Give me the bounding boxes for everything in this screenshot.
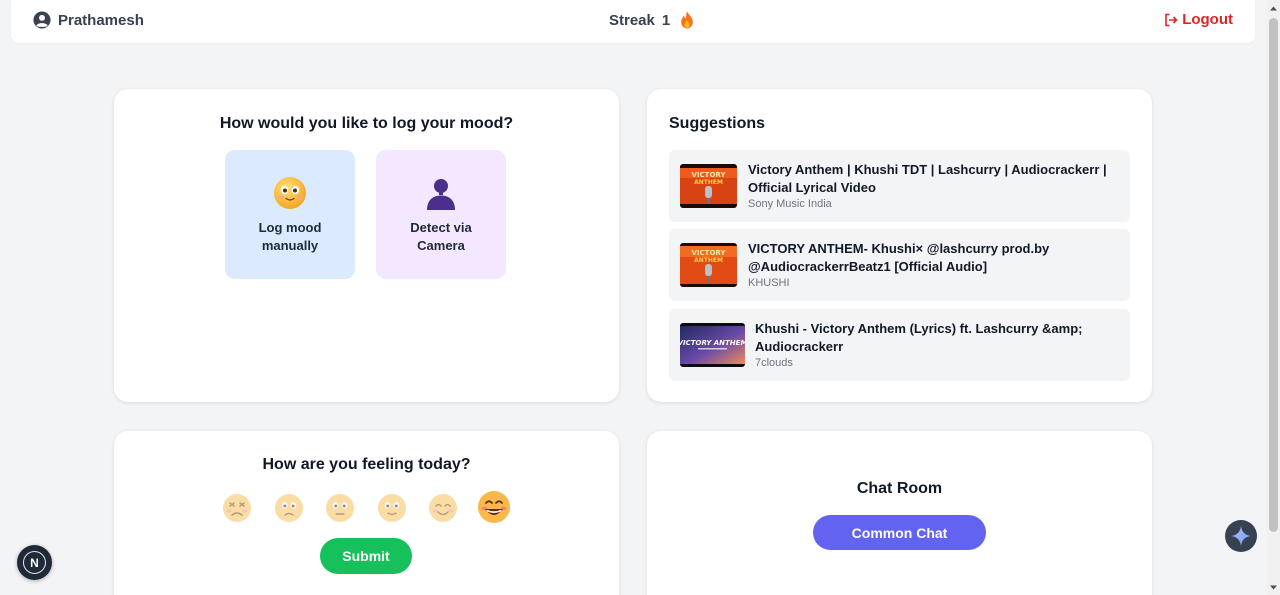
suggestion-item[interactable]: VICTORY ANTHEM VICTORY ANTHEM- Khushi× @… (669, 229, 1130, 301)
sad-face-icon[interactable] (274, 493, 304, 523)
user-profile[interactable]: Prathamesh (33, 11, 144, 29)
chat-room-title: Chat Room (856, 480, 943, 497)
flame-icon (681, 11, 694, 29)
smiling-face-icon (274, 177, 306, 209)
person-silhouette-icon (427, 179, 455, 210)
log-mood-manually-label: Log mood manually (258, 220, 322, 253)
svg-text:ANTHEM: ANTHEM (694, 179, 723, 186)
streak-count: 1 (661, 11, 671, 29)
happy-face-icon[interactable] (428, 493, 458, 523)
username-label: Prathamesh (58, 11, 144, 29)
dev-tools-badge[interactable]: N (17, 545, 52, 580)
suggestion-channel: Sony Music India (748, 198, 832, 210)
suggestion-title: Victory Anthem | Khushi TDT | Lashcurry … (748, 162, 1107, 195)
suggestions-title: Suggestions (669, 115, 766, 132)
suggestions-card: Suggestions VICTORY ANTHEM Victory Anthe… (647, 89, 1152, 402)
suggestion-item[interactable]: VICTORY ANTHEM Khushi - Victory Anthem (… (669, 309, 1130, 381)
page-scrollbar[interactable] (1267, 0, 1280, 595)
streak-counter: Streak 1 (609, 11, 694, 29)
svg-text:VICTORY: VICTORY (692, 249, 727, 257)
suggestion-channel: 7clouds (755, 357, 793, 369)
detect-via-camera-option[interactable]: Detect via Camera (376, 150, 506, 279)
scroll-down-arrow-icon[interactable] (1269, 583, 1278, 592)
next-logo-icon: N (23, 551, 46, 574)
sparkle-icon (1231, 526, 1251, 546)
chat-room-card: Chat Room Common Chat (647, 431, 1152, 595)
suggestion-title: VICTORY ANTHEM- Khushi× @lashcurry prod.… (748, 241, 1050, 274)
suggestion-title: Khushi - Victory Anthem (Lyrics) ft. Las… (755, 321, 1083, 354)
log-mood-manually-option[interactable]: Log mood manually (225, 150, 355, 279)
slightly-happy-face-icon[interactable] (377, 493, 407, 523)
common-chat-button[interactable]: Common Chat (813, 515, 986, 550)
neutral-face-icon[interactable] (325, 493, 355, 523)
assistant-button[interactable] (1225, 520, 1257, 552)
logout-label: Logout (1182, 11, 1233, 28)
video-thumbnail: VICTORY ANTHEM (680, 243, 737, 287)
streak-label: Streak (609, 11, 655, 29)
suggestion-item[interactable]: VICTORY ANTHEM Victory Anthem | Khushi T… (669, 150, 1130, 222)
mood-log-title: How would you like to log your mood? (219, 115, 514, 132)
user-circle-icon (33, 11, 51, 29)
very-sad-face-icon[interactable] (222, 493, 252, 523)
svg-text:VICTORY ANTHEM: VICTORY ANTHEM (680, 339, 745, 347)
mood-log-card: How would you like to log your mood? Log… (114, 89, 619, 402)
feeling-card: How are you feeling today? Submit (114, 431, 619, 595)
submit-button[interactable]: Submit (320, 538, 412, 574)
logout-button[interactable]: Logout (1164, 11, 1233, 28)
feeling-title: How are you feeling today? (262, 456, 471, 473)
logout-icon (1165, 13, 1178, 26)
video-thumbnail: VICTORY ANTHEM (680, 323, 745, 367)
svg-text:VICTORY: VICTORY (692, 171, 727, 179)
scrollbar-thumb[interactable] (1269, 18, 1278, 532)
svg-text:ANTHEM: ANTHEM (694, 257, 723, 264)
top-navbar: Prathamesh Streak 1 Logout (11, 0, 1255, 43)
detect-via-camera-label: Detect via Camera (410, 220, 472, 253)
video-thumbnail: VICTORY ANTHEM (680, 164, 737, 208)
suggestion-channel: KHUSHI (748, 277, 790, 289)
grinning-face-icon[interactable] (477, 490, 511, 524)
scroll-up-arrow-icon[interactable] (1269, 4, 1278, 13)
